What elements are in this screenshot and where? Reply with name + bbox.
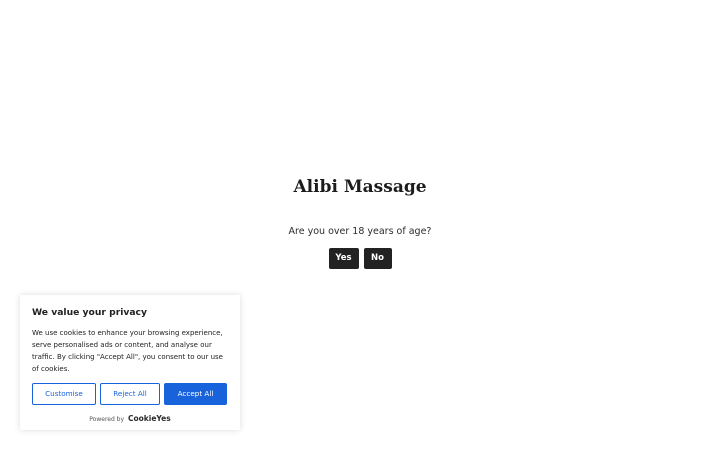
powered-by-label: Powered by [89, 416, 125, 423]
cookie-consent-banner: We value your privacy We use cookies to … [20, 295, 240, 430]
powered-by: Powered by CookieYes [32, 414, 228, 425]
age-buttons: Yes No [0, 248, 720, 269]
no-button[interactable]: No [363, 248, 392, 269]
page: Alibi Massage Are you over 18 years of a… [0, 0, 720, 450]
cookie-description: We use cookies to enhance your browsing … [32, 329, 223, 373]
age-question: Are you over 18 years of age? [288, 226, 432, 237]
reject-all-button[interactable]: Reject All [100, 383, 160, 405]
age-verification-dialog: Alibi Massage Are you over 18 years of a… [0, 176, 720, 269]
yes-button[interactable]: Yes [328, 248, 359, 269]
cookie-title: We value your privacy [32, 307, 147, 318]
cookieyes-logo[interactable]: CookieYes [128, 414, 171, 423]
site-title: Alibi Massage [293, 177, 427, 197]
accept-all-button[interactable]: Accept All [164, 383, 227, 405]
customise-button[interactable]: Customise [32, 383, 96, 405]
cookie-buttons: Customise Reject All Accept All [32, 383, 228, 405]
